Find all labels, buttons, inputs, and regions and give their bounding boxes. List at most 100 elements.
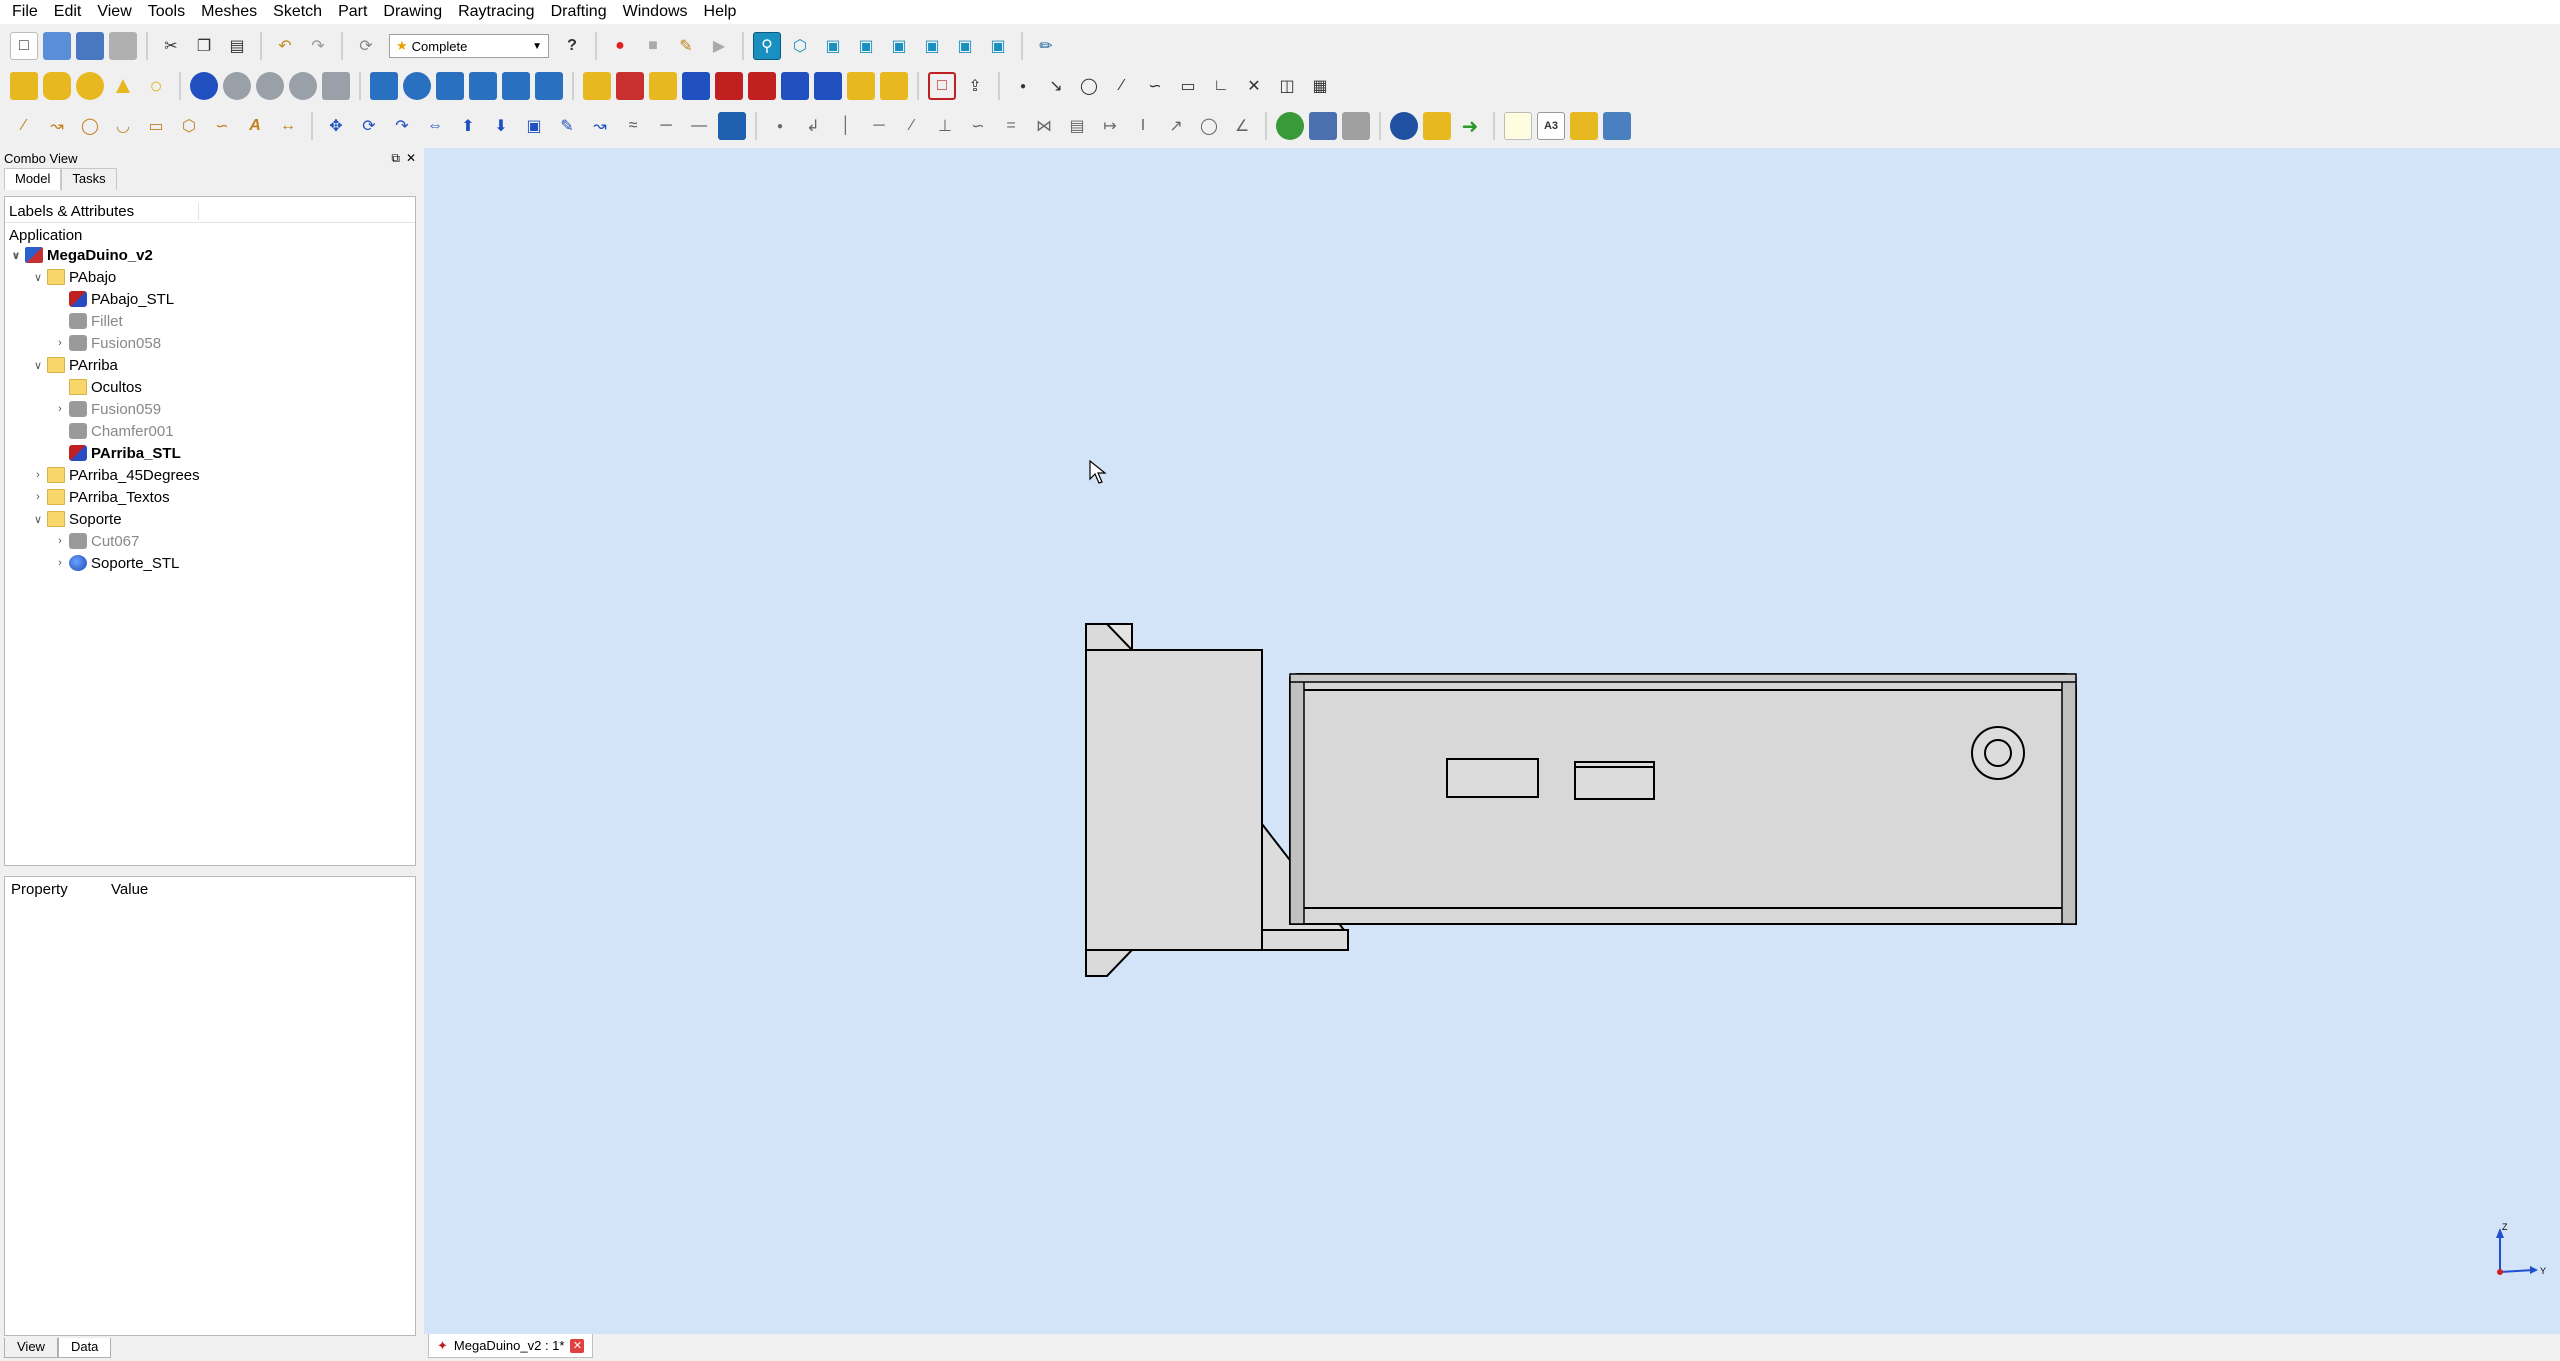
- constraint-parallel-icon[interactable]: ∕: [898, 112, 926, 140]
- isometric-view-icon[interactable]: ⬡: [786, 32, 814, 60]
- tab-data[interactable]: Data: [57, 1338, 112, 1358]
- constraint-vertical-icon[interactable]: │: [832, 112, 860, 140]
- draft-upgrade-icon[interactable]: ⬆: [454, 112, 482, 140]
- record-macro-icon[interactable]: ●: [606, 32, 634, 60]
- tree-item[interactable]: ∨ PArriba: [5, 354, 415, 376]
- menu-windows[interactable]: Windows: [615, 0, 696, 24]
- run-macro-icon[interactable]: ▶: [705, 32, 733, 60]
- menu-view[interactable]: View: [89, 0, 139, 24]
- mesh-to-shape-icon[interactable]: [1309, 112, 1337, 140]
- common-icon[interactable]: [289, 72, 317, 100]
- menu-drafting[interactable]: Drafting: [543, 0, 615, 24]
- box-icon[interactable]: [10, 72, 38, 100]
- sketch-trim-icon[interactable]: ✕: [1240, 72, 1268, 100]
- draft-move-icon[interactable]: ✥: [322, 112, 350, 140]
- copy-icon[interactable]: ❐: [190, 32, 218, 60]
- tab-tasks[interactable]: Tasks: [61, 168, 117, 190]
- loft-icon[interactable]: [583, 72, 611, 100]
- cylinder-icon[interactable]: [43, 72, 71, 100]
- menu-edit[interactable]: Edit: [46, 0, 90, 24]
- fuse-icon[interactable]: [256, 72, 284, 100]
- menu-tools[interactable]: Tools: [140, 0, 193, 24]
- draft-arc-icon[interactable]: ◡: [109, 112, 137, 140]
- cone-icon[interactable]: ▲: [109, 72, 137, 100]
- bottom-view-icon[interactable]: ▣: [951, 32, 979, 60]
- cut-icon[interactable]: ✂: [157, 32, 185, 60]
- constraint-equal-icon[interactable]: =: [997, 112, 1025, 140]
- sketch-point-icon[interactable]: ●: [1009, 72, 1037, 100]
- top-view-icon[interactable]: ▣: [852, 32, 880, 60]
- menu-part[interactable]: Part: [330, 0, 375, 24]
- draft-array-icon[interactable]: [718, 112, 746, 140]
- redo-icon[interactable]: ↷: [304, 32, 332, 60]
- new-sketch-icon[interactable]: □: [928, 72, 956, 100]
- save-icon[interactable]: [76, 32, 104, 60]
- float-panel-icon[interactable]: ⧉: [391, 151, 400, 166]
- draft-bspline-icon[interactable]: ∽: [208, 112, 236, 140]
- constraint-lock-icon[interactable]: ▤: [1063, 112, 1091, 140]
- measure-icon[interactable]: ✏: [1032, 32, 1060, 60]
- mirror-icon[interactable]: [436, 72, 464, 100]
- rear-view-icon[interactable]: ▣: [918, 32, 946, 60]
- constraint-perpendicular-icon[interactable]: ⊥: [931, 112, 959, 140]
- constraint-horizontal-icon[interactable]: ─: [865, 112, 893, 140]
- draft-shape2dview-icon[interactable]: —: [685, 112, 713, 140]
- draft-rectangle-icon[interactable]: ▭: [142, 112, 170, 140]
- expand-down-icon[interactable]: ∨: [31, 359, 45, 372]
- tree-item[interactable]: › Soporte_STL: [5, 552, 415, 574]
- sketch-polyline-icon[interactable]: ↘: [1042, 72, 1070, 100]
- workbench-select[interactable]: ★ Complete ▼: [389, 34, 549, 58]
- tree-item[interactable]: PAbajo_STL: [5, 288, 415, 310]
- refresh-icon[interactable]: ⟳: [352, 32, 380, 60]
- check-geometry-icon[interactable]: [781, 72, 809, 100]
- constraint-symmetric-icon[interactable]: ⋈: [1030, 112, 1058, 140]
- tree-item[interactable]: Chamfer001: [5, 420, 415, 442]
- compound-icon[interactable]: [814, 72, 842, 100]
- constraint-angle-icon[interactable]: ∠: [1228, 112, 1256, 140]
- tree-item[interactable]: ∨ Soporte: [5, 508, 415, 530]
- expand-right-icon[interactable]: ›: [53, 557, 67, 569]
- menu-meshes[interactable]: Meshes: [193, 0, 265, 24]
- constraint-distance-icon[interactable]: ↗: [1162, 112, 1190, 140]
- tree-item[interactable]: ∨ PAbajo: [5, 266, 415, 288]
- fit-all-icon[interactable]: ⚲: [753, 32, 781, 60]
- raytracing-export-icon[interactable]: [1423, 112, 1451, 140]
- draft-trimex-icon[interactable]: ⇔: [421, 112, 449, 140]
- drawing-view-icon[interactable]: [1570, 112, 1598, 140]
- tree-item[interactable]: › Cut067: [5, 530, 415, 552]
- edit-macro-icon[interactable]: ✎: [672, 32, 700, 60]
- expand-down-icon[interactable]: ∨: [31, 271, 45, 284]
- expand-right-icon[interactable]: ›: [53, 337, 67, 349]
- draft-offset-icon[interactable]: ↷: [388, 112, 416, 140]
- sketch-construction-icon[interactable]: ▦: [1306, 72, 1334, 100]
- drawing-new-page-icon[interactable]: [1504, 112, 1532, 140]
- menu-raytracing[interactable]: Raytracing: [450, 0, 542, 24]
- sketch-fillet-icon[interactable]: ∟: [1207, 72, 1235, 100]
- draft-del-point-icon[interactable]: ─: [652, 112, 680, 140]
- constraint-radius-icon[interactable]: ◯: [1195, 112, 1223, 140]
- fillet-icon[interactable]: [469, 72, 497, 100]
- leave-sketch-icon[interactable]: ⇪: [961, 72, 989, 100]
- tree-item[interactable]: Fillet: [5, 310, 415, 332]
- draft-line-icon[interactable]: ∕: [10, 112, 38, 140]
- new-document-icon[interactable]: □: [10, 32, 38, 60]
- tree-item[interactable]: › Fusion059: [5, 398, 415, 420]
- expand-down-icon[interactable]: ∨: [31, 513, 45, 526]
- drawing-export-icon[interactable]: [1603, 112, 1631, 140]
- menu-sketch[interactable]: Sketch: [265, 0, 330, 24]
- sketch-rectangle-icon[interactable]: ▭: [1174, 72, 1202, 100]
- sketch-external-icon[interactable]: ◫: [1273, 72, 1301, 100]
- menu-help[interactable]: Help: [696, 0, 745, 24]
- tree-item[interactable]: › Fusion058: [5, 332, 415, 354]
- raytracing-project-icon[interactable]: [1390, 112, 1418, 140]
- expand-right-icon[interactable]: ›: [31, 469, 45, 481]
- offset-icon[interactable]: [649, 72, 677, 100]
- draft-text-icon[interactable]: A: [241, 112, 269, 140]
- draft-wire-icon[interactable]: ↝: [43, 112, 71, 140]
- raytracing-render-icon[interactable]: ➜: [1456, 112, 1484, 140]
- sweep-icon[interactable]: [616, 72, 644, 100]
- constraint-horizontal-distance-icon[interactable]: ↦: [1096, 112, 1124, 140]
- 3d-viewport[interactable]: Z Y: [424, 148, 2560, 1334]
- tree-item[interactable]: PArriba_STL: [5, 442, 415, 464]
- boolean-icon[interactable]: [190, 72, 218, 100]
